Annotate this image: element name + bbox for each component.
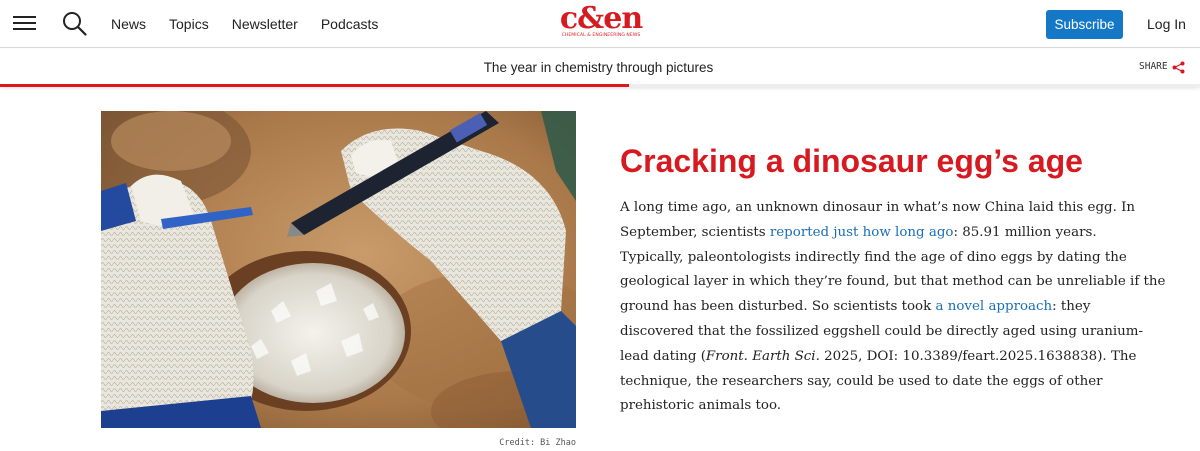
nav-link-news[interactable]: News [111, 15, 146, 33]
share-button[interactable]: SHARE [1139, 60, 1185, 74]
logo-tagline: CHEMICAL & ENGINEERING NEWS [561, 33, 641, 38]
nav-link-topics[interactable]: Topics [169, 15, 209, 33]
share-icon [1172, 61, 1185, 73]
menu-icon[interactable] [13, 13, 37, 35]
share-label: SHARE [1139, 61, 1168, 72]
site-logo[interactable]: c&en CHEMICAL & ENGINEERING NEWS [551, 1, 651, 43]
nav-link-podcasts[interactable]: Podcasts [321, 15, 379, 33]
body-line: Typically, paleontologists indirectly fi… [620, 249, 1127, 265]
article-link[interactable]: a novel approach [935, 299, 1052, 314]
subscribe-button[interactable]: Subscribe [1046, 10, 1123, 39]
article-headline: Cracking a dinosaur egg’s age [620, 143, 1083, 179]
body-line: prehistoric animals too. [620, 398, 782, 414]
story-bar: The year in chemistry through pictures S… [0, 49, 1200, 86]
primary-nav: News Topics Newsletter Podcasts [111, 15, 401, 33]
story-title: The year in chemistry through pictures [483, 60, 714, 75]
body-line: A long time ago, an unknown dinosaur in … [620, 200, 1136, 215]
body-line: technique, the researchers say, could be… [620, 373, 1103, 389]
body-line: geological layer in which they’re found,… [620, 274, 1166, 290]
logo-wordmark: c&en [559, 1, 643, 36]
login-link[interactable]: Log In [1147, 15, 1186, 33]
body-line: ground has been disturbed. So scientists… [620, 299, 1091, 315]
top-navigation: News Topics Newsletter Podcasts c&en CHE… [0, 0, 1200, 48]
body-line: September, scientists reported just how … [620, 224, 1097, 240]
journal-citation: Front. Earth Sci. [705, 348, 820, 364]
article-link[interactable]: reported just how long ago [770, 225, 954, 240]
photo-credit: Credit: Bi Zhao [499, 438, 576, 448]
reading-progress-bar [0, 84, 629, 87]
nav-link-newsletter[interactable]: Newsletter [232, 15, 298, 33]
body-line: discovered that the fossilized eggshell … [620, 323, 1143, 339]
dinosaur-egg-photo [101, 111, 576, 428]
article-body: A long time ago, an unknown dinosaur in … [620, 196, 1166, 419]
search-icon[interactable] [62, 11, 88, 37]
body-line: lead dating (Front. Earth Sci. 2025, DOI… [620, 348, 1137, 364]
